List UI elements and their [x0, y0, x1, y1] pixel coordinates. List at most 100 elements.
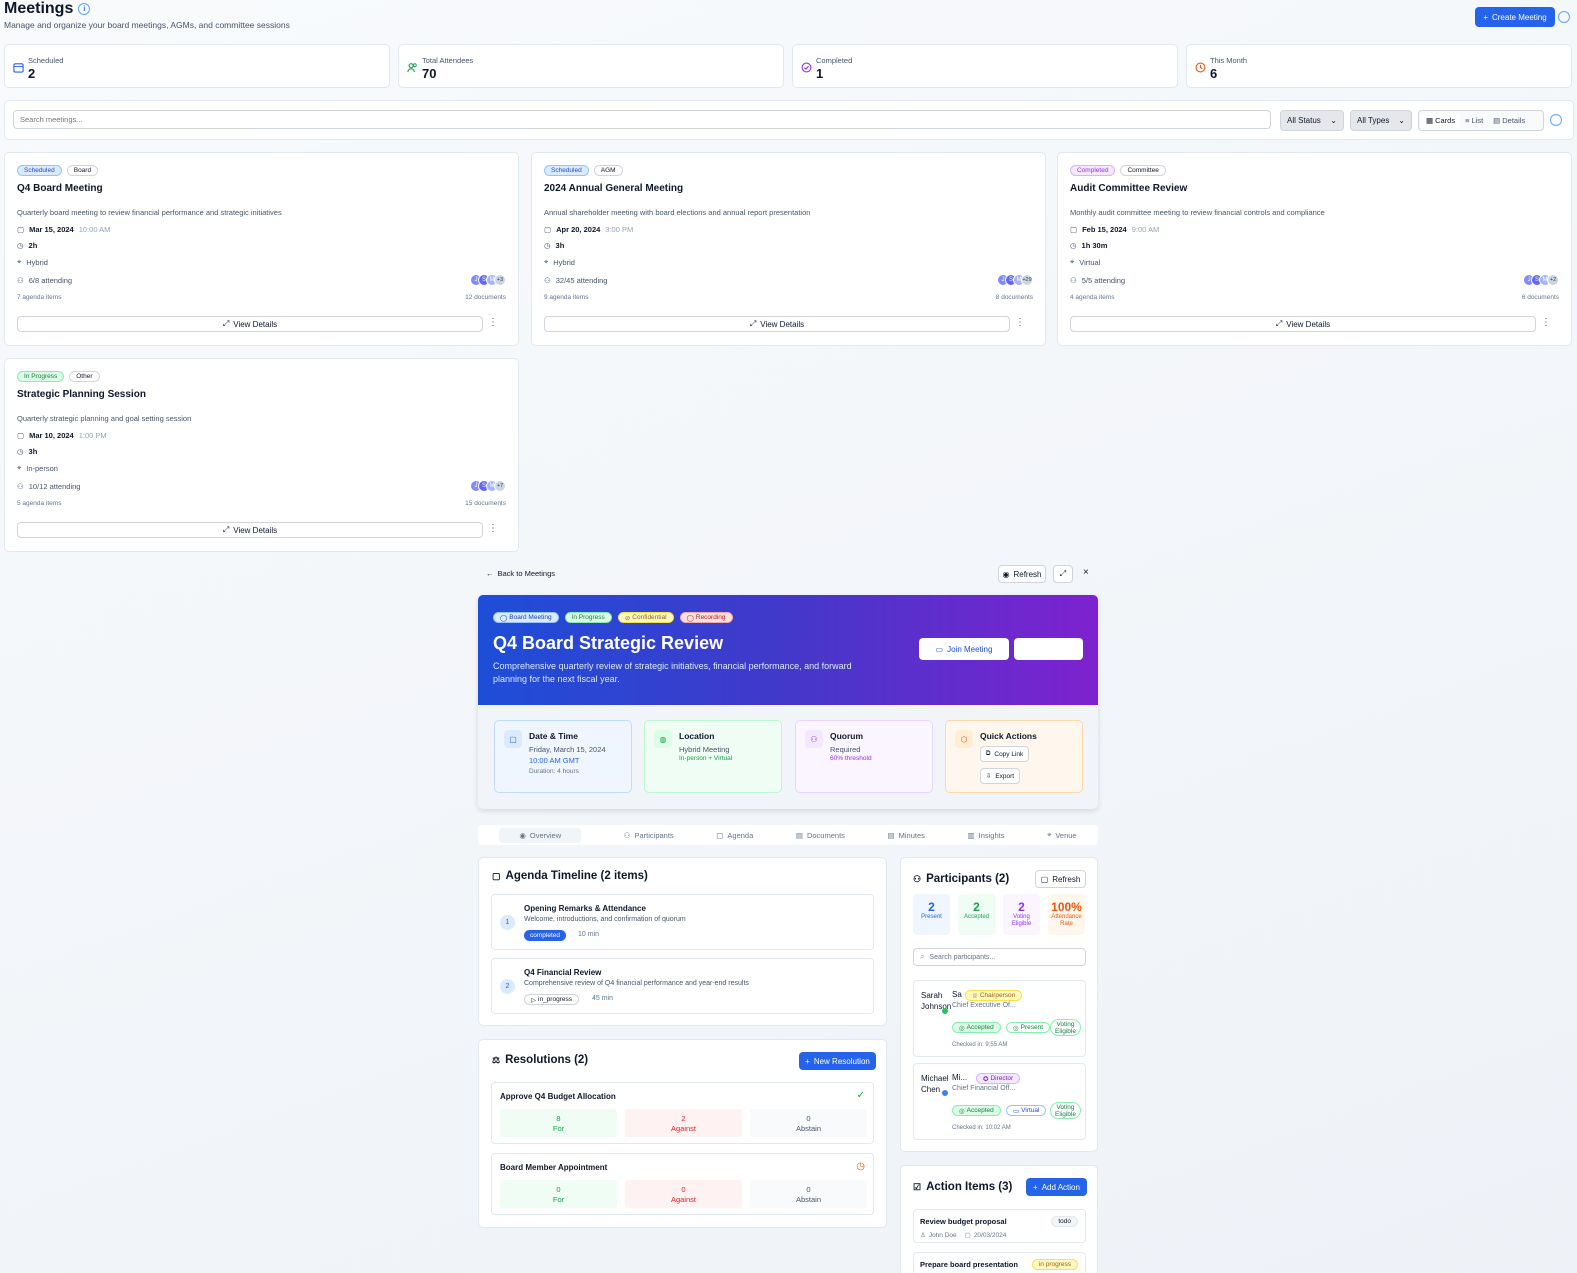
document-count: 6 documents [1521, 294, 1559, 301]
copy-icon: ⧉ [985, 750, 991, 757]
eye-icon: ◉ [1002, 569, 1010, 579]
participants-panel: ⚇ Participants (2) ▢ Refresh 2 Present 2 Acc… [900, 857, 1098, 1152]
meeting-location: ⌖ Hybrid [17, 257, 48, 267]
agenda-item[interactable]: 1 Opening Remarks & Attendance Welcome, … [491, 894, 874, 950]
clock-icon: ◷ [17, 241, 24, 250]
tab-minutes[interactable]: ▤ Minutes [888, 831, 925, 840]
meeting-date: ▢ Mar 15, 2024 10:00 AM [17, 225, 111, 234]
avatar-stack: J S M +7 [470, 480, 506, 492]
view-cards-button[interactable]: ▦ Cards [1421, 113, 1461, 128]
fullscreen-button[interactable]: ⤢ [1053, 565, 1073, 583]
view-toggle: ▦ Cards ≡ List ▤ Details [1418, 110, 1544, 131]
participant-card[interactable]: Michael Chen Mi... ✪ Director Chief Financ… [913, 1063, 1086, 1140]
todo-badge: todo [1051, 1216, 1078, 1227]
meeting-location: ⌖ In-person [17, 463, 58, 473]
tab-overview[interactable]: ◉ Overview [499, 827, 582, 843]
maximize-icon: ⤢ [1059, 569, 1067, 578]
action-item[interactable]: Prepare board presentation in progress [913, 1252, 1086, 1273]
new-resolution-button[interactable]: + New Resolution [799, 1052, 876, 1070]
user-icon: ♙ [920, 1232, 926, 1239]
meeting-card[interactable]: Scheduled Board Q4 Board Meeting Quarterl… [4, 152, 519, 346]
play-icon: ▷ [531, 996, 536, 1004]
secondary-action-button[interactable] [1014, 638, 1083, 660]
type-select[interactable]: All Types ⌄ [1350, 110, 1412, 131]
clock-icon: ◷ [856, 1161, 865, 1172]
check-circle-icon [801, 62, 812, 73]
export-button[interactable]: ⇩ Export [980, 768, 1020, 784]
meeting-card[interactable]: Scheduled AGM 2024 Annual General Meeting… [531, 152, 1046, 346]
plus-icon: + [805, 1056, 810, 1066]
votes-abstain: 0 Abstain [750, 1109, 867, 1137]
meeting-description: Monthly audit committee meeting to revie… [1070, 208, 1325, 217]
in-progress-badge: in progress [1031, 1259, 1078, 1270]
back-link[interactable]: ← Back to Meetings [486, 569, 555, 578]
participant-card[interactable]: Sarah Johnson Sa ♕ Chairperson Chief Execu… [913, 980, 1086, 1057]
participant-search-input[interactable]: ⌕ Search participants... [913, 948, 1086, 966]
agenda-item[interactable]: 2 Q4 Financial Review Comprehensive revi… [491, 958, 874, 1014]
resolution-item[interactable]: Board Member Appointment ◷ 0 For 0 Against… [491, 1153, 874, 1215]
map-pin-icon: ⌖ [1070, 257, 1075, 266]
status-select[interactable]: All Status ⌄ [1280, 110, 1344, 131]
type-badge: AGM [593, 165, 623, 176]
info-icon[interactable]: i [78, 3, 91, 15]
calendar-icon: ▢ [17, 225, 25, 234]
expand-icon: ⤢ [1275, 319, 1283, 328]
calendar-icon: ▢ [492, 870, 501, 881]
meeting-location: ⌖ Hybrid [544, 257, 575, 267]
refresh-participants-button[interactable]: ▢ Refresh [1035, 870, 1086, 888]
meeting-card[interactable]: In Progress Other Strategic Planning Sess… [4, 358, 519, 552]
votes-for: 8 For [500, 1109, 617, 1137]
voting-eligible-badge: Voting Eligible [1050, 1102, 1081, 1119]
calendar-icon: ▢ [716, 830, 724, 840]
help-icon[interactable] [1558, 11, 1570, 23]
chevron-down-icon: ⌄ [1330, 116, 1337, 125]
list-icon: ≡ [1465, 116, 1470, 125]
tab-insights[interactable]: ▥ Insights [968, 831, 1005, 840]
view-details-button[interactable]: ⤢ View Details [17, 316, 483, 332]
votes-abstain: 0 Abstain [750, 1180, 867, 1208]
status-badge: Completed [1070, 165, 1116, 176]
view-details-button[interactable]: ⤢ View Details [1070, 316, 1536, 332]
add-action-button[interactable]: + Add Action [1026, 1178, 1087, 1196]
search-input[interactable] [13, 110, 1271, 129]
action-item[interactable]: Review budget proposal todo ♙ John Doe ▢ 20… [913, 1209, 1086, 1243]
join-meeting-button[interactable]: ▭ Join Meeting [919, 638, 1009, 660]
votes-against: 2 Against [625, 1109, 742, 1137]
tab-venue[interactable]: ⌖ Venue [1047, 830, 1077, 840]
eye-icon: ◉ [519, 830, 526, 840]
users-icon: ⚇ [913, 873, 922, 884]
tab-documents[interactable]: ▤ Documents [796, 831, 845, 840]
attendance-rate-stat: 100% Attendance Rate [1048, 894, 1085, 935]
virtual-badge: ▭ Virtual [1006, 1105, 1047, 1116]
users-icon: ⚇ [17, 276, 24, 285]
meeting-card[interactable]: Completed Committee Audit Committee Revie… [1057, 152, 1572, 346]
accepted-stat: 2 Accepted [958, 894, 995, 935]
view-details-button[interactable]: ⤢ View Details [17, 522, 483, 538]
view-list-button[interactable]: ≡ List [1460, 116, 1488, 125]
completed-badge: completed [524, 930, 566, 941]
expand-icon: ⤢ [222, 319, 230, 328]
close-icon[interactable]: × [1083, 567, 1089, 578]
more-options-icon[interactable]: ⋮ [1541, 317, 1551, 328]
view-details-button[interactable]: ▤ Details [1488, 116, 1530, 125]
info-icon[interactable] [1550, 114, 1562, 126]
more-options-icon[interactable]: ⋮ [488, 317, 498, 328]
more-options-icon[interactable]: ⋮ [1015, 317, 1025, 328]
avatar-stack: J S M +2 [1523, 274, 1559, 286]
refresh-button[interactable]: ◉ Refresh [998, 565, 1046, 583]
copy-link-button[interactable]: ⧉ Copy Link [980, 746, 1029, 762]
create-meeting-button[interactable]: + Create Meeting [1475, 7, 1555, 27]
type-badge: Committee [1120, 165, 1166, 176]
more-count: +7 [494, 480, 506, 492]
meeting-attendance: ⚇ 32/45 attending [544, 276, 608, 285]
more-count: +2 [1547, 274, 1559, 286]
more-options-icon[interactable]: ⋮ [488, 523, 498, 534]
users-icon [407, 63, 417, 73]
view-details-button[interactable]: ⤢ View Details [544, 316, 1010, 332]
resolution-item[interactable]: Approve Q4 Budget Allocation ✓ 8 For 2 Aga… [491, 1082, 874, 1144]
tab-agenda[interactable]: ▢ Agenda [716, 831, 753, 840]
accepted-badge: ◎ Accepted [952, 1105, 1001, 1116]
award-icon: ✪ [983, 1075, 989, 1083]
tab-participants[interactable]: ⚇ Participants [624, 831, 674, 840]
clock-icon: ◷ [1070, 241, 1077, 250]
